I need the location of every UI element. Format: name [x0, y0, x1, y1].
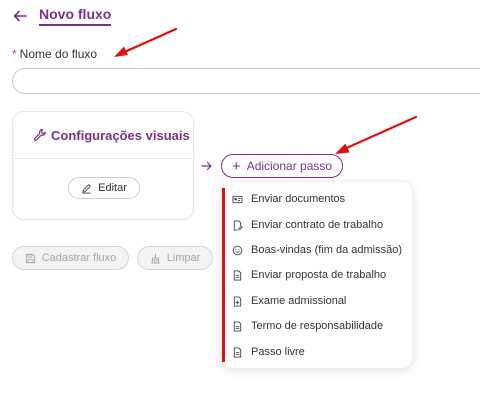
- annotation-highlight-bar: [222, 188, 225, 362]
- menu-item-exame-admissional[interactable]: Exame admissional: [232, 292, 346, 310]
- menu-item-label: Passo livre: [251, 346, 305, 358]
- plus-icon: +: [231, 157, 241, 175]
- register-flow-button[interactable]: Cadastrar fluxo: [12, 246, 129, 270]
- clear-button[interactable]: Limpar: [137, 246, 213, 270]
- menu-item-passo-livre[interactable]: Passo livre: [232, 343, 305, 361]
- id-card-icon: [232, 195, 243, 203]
- save-icon: [25, 253, 35, 263]
- clear-label: Limpar: [166, 252, 201, 264]
- menu-item-label: Boas-vindas (fim da admissão): [251, 244, 403, 256]
- add-step-label: Adicionar passo: [246, 159, 333, 173]
- menu-item-label: Enviar proposta de trabalho: [251, 269, 387, 281]
- card-header: Configurações visuais: [13, 112, 193, 159]
- document-icon: [233, 346, 242, 358]
- edit-button[interactable]: Editar: [68, 177, 140, 199]
- flow-name-label-text: Nome do fluxo: [19, 47, 98, 61]
- menu-item-enviar-proposta[interactable]: Enviar proposta de trabalho: [232, 266, 386, 284]
- page-header: Novo fluxo: [12, 6, 112, 26]
- menu-item-label: Enviar contrato de trabalho: [251, 219, 384, 231]
- annotation-arrow: [114, 27, 178, 57]
- annotation-arrow: [335, 115, 418, 154]
- menu-item-label: Termo de responsabilidade: [251, 320, 384, 332]
- medical-document-icon: [233, 295, 242, 307]
- arrow-right-icon: [201, 161, 212, 171]
- document-icon: [233, 269, 242, 281]
- menu-item-termo-responsabilidade[interactable]: Termo de responsabilidade: [232, 317, 383, 335]
- required-mark: *: [12, 47, 17, 61]
- edit-button-label: Editar: [98, 182, 127, 194]
- wrench-icon: [33, 128, 46, 141]
- register-flow-label: Cadastrar fluxo: [41, 252, 117, 264]
- add-step-button[interactable]: + Adicionar passo: [221, 154, 343, 178]
- page-title: Novo fluxo: [39, 6, 112, 26]
- pencil-icon: [82, 183, 91, 194]
- flow-name-label: * Nome do fluxo: [12, 47, 97, 61]
- smiley-icon: [232, 245, 243, 255]
- broom-icon: [150, 253, 160, 263]
- flow-name-input[interactable]: [12, 68, 480, 94]
- document-pen-icon: [233, 219, 243, 231]
- document-icon: [233, 320, 242, 332]
- back-arrow-icon[interactable]: [12, 8, 28, 24]
- visual-config-card: Configurações visuais Editar: [12, 111, 194, 220]
- menu-item-enviar-documentos[interactable]: Enviar documentos: [232, 190, 345, 208]
- card-title: Configurações visuais: [51, 127, 190, 143]
- menu-item-label: Exame admissional: [251, 295, 347, 307]
- menu-item-boas-vindas[interactable]: Boas-vindas (fim da admissão): [232, 241, 402, 259]
- menu-item-enviar-contrato[interactable]: Enviar contrato de trabalho: [232, 216, 383, 234]
- menu-item-label: Enviar documentos: [251, 193, 346, 205]
- add-step-menu: Enviar documentos Enviar contrato de tra…: [222, 182, 412, 368]
